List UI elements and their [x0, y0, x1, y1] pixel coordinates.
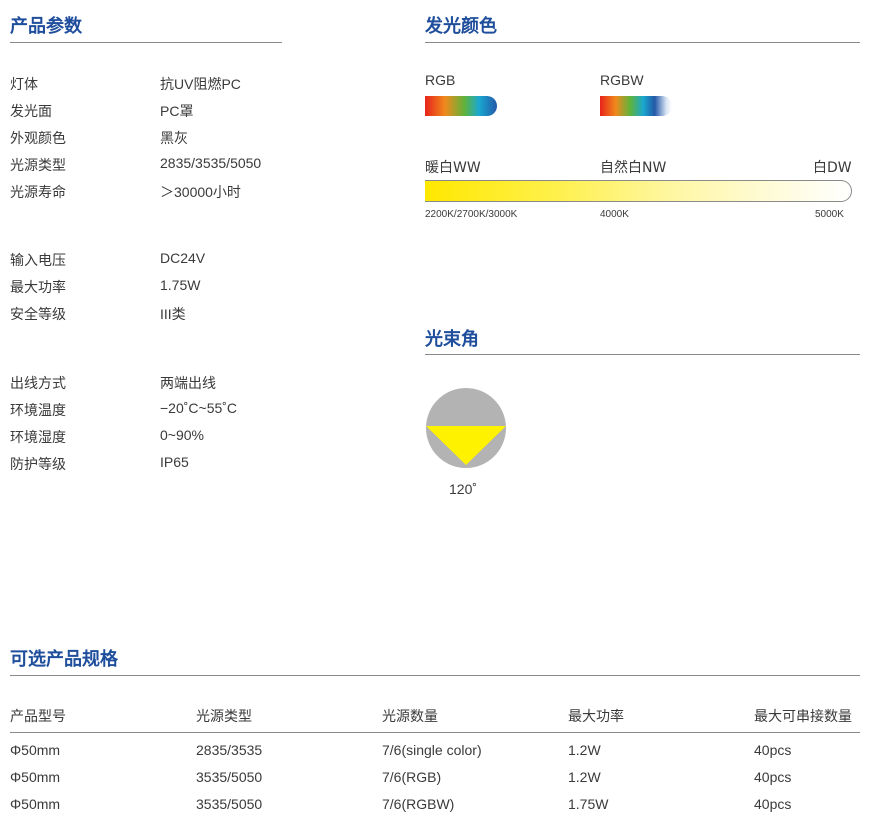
param-value: 2835/3535/5050 — [160, 155, 262, 171]
param-value: PC罩 — [160, 103, 194, 119]
param-label: 最大功率 — [10, 280, 66, 296]
param-label: 环境温度 — [10, 403, 66, 419]
param-value: DC24V — [160, 250, 206, 266]
specs-title: 可选产品规格 — [10, 649, 118, 670]
rgb-color-swatch — [425, 96, 497, 116]
table-cell: Φ50mm — [10, 769, 61, 785]
white-temperature-bar — [425, 180, 852, 202]
table-cell: 1.75W — [568, 796, 609, 812]
rgbw-label: RGBW — [600, 72, 644, 88]
param-value: 1.75W — [160, 277, 201, 293]
table-cell: 7/6(RGBW) — [382, 796, 455, 812]
param-label: 发光面 — [10, 104, 52, 120]
table-cell: 40pcs — [754, 769, 792, 785]
nw-label: 自然白NW — [600, 160, 667, 176]
specs-header-rule — [10, 732, 860, 733]
kelvin-nw: 4000K — [600, 209, 629, 220]
kelvin-ww: 2200K/2700K/3000K — [425, 209, 518, 220]
param-value: 0~90% — [160, 427, 204, 443]
specs-header-cell: 光源数量 — [382, 709, 438, 725]
dw-label: 白DW — [813, 160, 852, 176]
params-title: 产品参数 — [10, 16, 82, 37]
param-label: 光源寿命 — [10, 185, 66, 201]
param-label: 输入电压 — [10, 253, 66, 269]
beam-angle-label: 120˚ — [449, 481, 478, 497]
param-label: 防护等级 — [10, 457, 66, 473]
beam-title-rule — [425, 354, 860, 355]
param-label: 出线方式 — [10, 376, 66, 392]
beam-title: 光束角 — [425, 329, 479, 350]
specs-title-rule — [10, 675, 860, 676]
specs-header-cell: 产品型号 — [10, 709, 66, 725]
table-cell: 2835/3535 — [196, 742, 263, 758]
params-title-rule — [10, 42, 282, 43]
table-cell: 1.2W — [568, 769, 601, 785]
table-cell: 3535/5050 — [196, 796, 263, 812]
param-value: 黑灰 — [160, 130, 188, 146]
colors-title: 发光颜色 — [425, 16, 497, 37]
table-cell: Φ50mm — [10, 796, 61, 812]
param-value: 抗UV阻燃PC — [160, 76, 241, 92]
specs-header-cell: 光源类型 — [196, 709, 252, 725]
table-cell: 40pcs — [754, 796, 792, 812]
specs-header-cell: 最大功率 — [568, 709, 624, 725]
param-value: ＞30000小时 — [160, 184, 241, 200]
kelvin-dw: 5000K — [815, 209, 844, 220]
colors-title-rule — [425, 42, 860, 43]
table-cell: 40pcs — [754, 742, 792, 758]
ww-label: 暖白WW — [425, 160, 481, 176]
beam-angle-diagram — [426, 388, 506, 468]
table-cell: 7/6(single color) — [382, 742, 482, 758]
specs-header-cell: 最大可串接数量 — [754, 709, 852, 725]
rgbw-color-swatch — [600, 96, 672, 116]
param-value: −20˚C~55˚C — [160, 400, 238, 416]
param-value: IP65 — [160, 454, 189, 470]
param-label: 光源类型 — [10, 158, 66, 174]
param-value: 两端出线 — [160, 375, 216, 391]
param-value: III类 — [160, 306, 186, 322]
param-label: 灯体 — [10, 77, 38, 93]
param-label: 外观颜色 — [10, 131, 66, 147]
table-cell: 1.2W — [568, 742, 601, 758]
table-cell: Φ50mm — [10, 742, 61, 758]
rgb-label: RGB — [425, 72, 456, 88]
param-label: 安全等级 — [10, 307, 66, 323]
table-cell: 3535/5050 — [196, 769, 263, 785]
param-label: 环境湿度 — [10, 430, 66, 446]
table-cell: 7/6(RGB) — [382, 769, 442, 785]
